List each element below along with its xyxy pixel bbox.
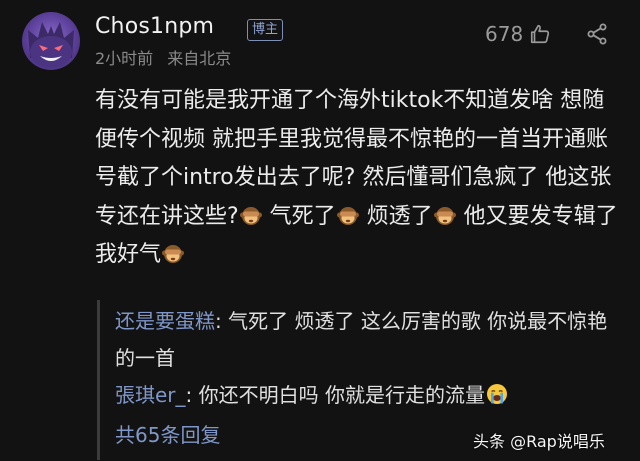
comment-text-part: 气死了 <box>262 203 336 229</box>
reply-author[interactable]: 張琪er_ <box>115 383 186 407</box>
reply-item[interactable]: 張琪er_: 你还不明白吗 你就是行走的流量 <box>115 377 610 414</box>
see-no-evil-monkey-icon <box>336 206 359 225</box>
share-icon[interactable] <box>585 22 609 46</box>
reply-text: 你还不明白吗 你就是行走的流量 <box>192 383 485 407</box>
view-more-replies-link[interactable]: 共65条回复 <box>115 419 220 448</box>
comment-meta: 2小时前 来自北京 <box>95 45 231 69</box>
see-no-evil-monkey-icon <box>433 206 456 225</box>
see-no-evil-monkey-icon <box>162 245 185 264</box>
user-avatar[interactable] <box>22 12 80 70</box>
comment-body: 有没有可能是我开通了个海外tiktok不知道发啥 想随便传个视频 就把手里我觉得… <box>95 82 625 275</box>
watermark: 头条 @Rap说唱乐 <box>473 432 605 451</box>
thumbs-up-icon <box>531 24 550 44</box>
like-button[interactable]: 678 <box>485 22 551 46</box>
loudly-crying-face-icon <box>487 384 507 404</box>
reply-separator: : <box>215 309 222 333</box>
comment-card: Chos1npm 博主 2小时前 来自北京 678 有没有可能是我开通了个海外ti… <box>0 0 640 461</box>
timestamp: 2小时前 <box>95 49 154 68</box>
reply-item[interactable]: 还是要蛋糕: 气死了 烦透了 这么厉害的歌 你说最不惊艳的一首 <box>115 303 610 377</box>
location: 来自北京 <box>167 49 232 68</box>
reply-author[interactable]: 还是要蛋糕 <box>115 309 215 333</box>
see-no-evil-monkey-icon <box>239 206 262 225</box>
gengar-avatar-icon <box>28 22 74 68</box>
comment-text-part: 烦透了 <box>359 203 433 229</box>
username[interactable]: Chos1npm <box>95 14 214 39</box>
author-badge: 博主 <box>247 19 284 41</box>
like-count: 678 <box>485 22 524 46</box>
reply-divider <box>97 300 100 460</box>
